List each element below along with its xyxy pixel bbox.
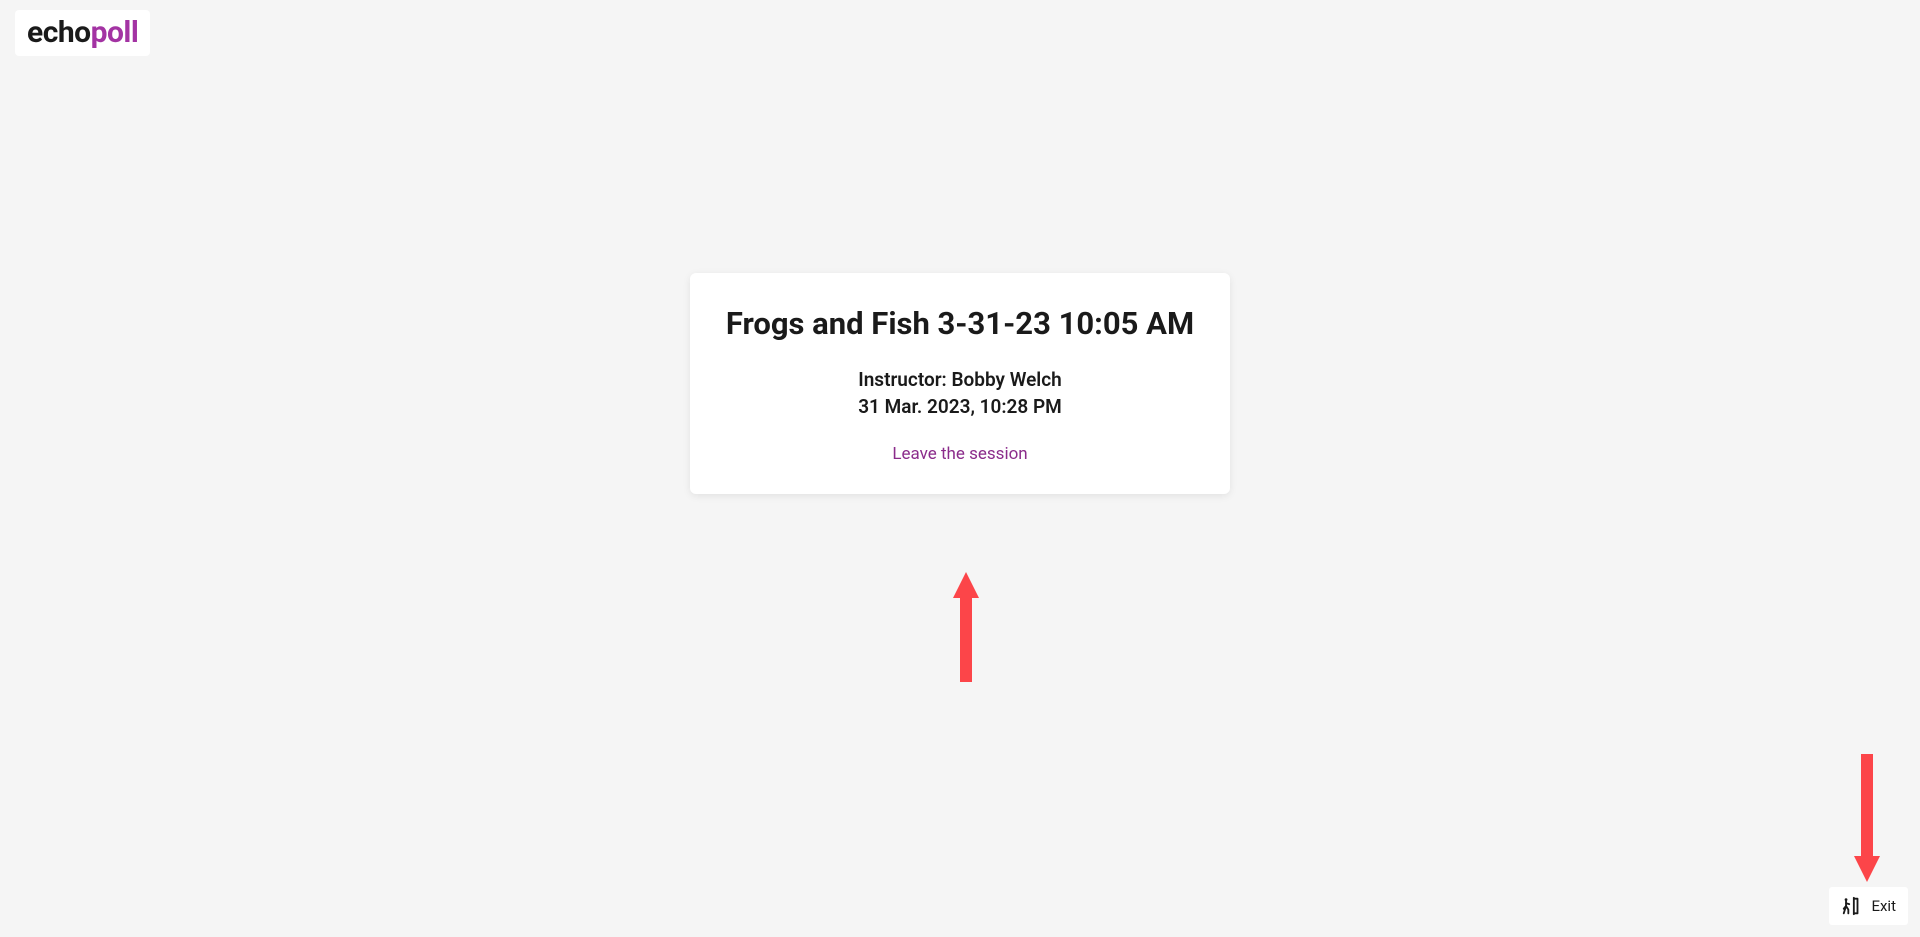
session-datetime: 31 Mar. 2023, 10:28 PM — [720, 395, 1200, 418]
exit-button[interactable]: Exit — [1829, 887, 1908, 925]
session-title: Frogs and Fish 3-31-23 10:05 AM — [720, 305, 1200, 342]
exit-label: Exit — [1871, 897, 1896, 915]
session-card: Frogs and Fish 3-31-23 10:05 AM Instruct… — [690, 273, 1230, 494]
main-content-area: Frogs and Fish 3-31-23 10:05 AM Instruct… — [0, 0, 1920, 937]
annotation-arrow-up-icon — [958, 572, 974, 682]
instructor-label: Instructor: Bobby Welch — [720, 368, 1200, 391]
leave-session-link[interactable]: Leave the session — [892, 444, 1027, 464]
exit-icon — [1841, 895, 1863, 917]
annotation-arrow-down-icon — [1859, 754, 1875, 884]
